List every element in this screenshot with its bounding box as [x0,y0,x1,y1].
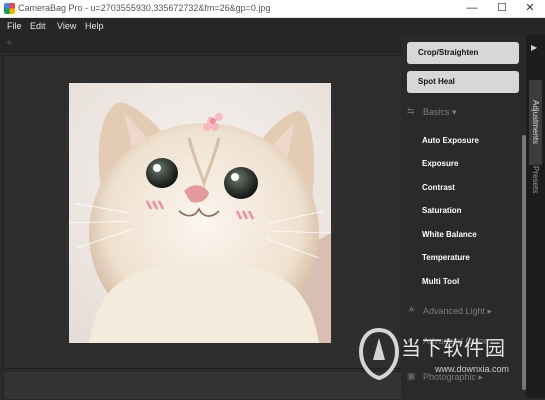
menu-view[interactable]: View [57,21,76,31]
watermark-url: www.downxia.com [435,364,510,374]
cat-photo [69,83,331,343]
menu-bar: File Edit View Help [0,18,545,35]
filmstrip [3,371,402,400]
spot-heal-button[interactable]: Spot Heal [407,71,519,93]
sliders-icon: ⇆ [407,106,415,116]
downxia-watermark: 当下软件园 www.downxia.com [357,326,545,386]
close-button[interactable]: ✕ [516,1,544,16]
maximize-button[interactable]: ☐ [488,1,516,16]
tab-presets[interactable]: Presets [529,155,542,205]
crop-straighten-button[interactable]: Crop/Straighten [407,42,519,64]
menu-edit[interactable]: Edit [30,21,46,31]
saturation-item[interactable]: Saturation [422,206,462,215]
menu-file[interactable]: File [7,21,22,31]
temperature-item[interactable]: Temperature [422,253,470,262]
menu-help[interactable]: Help [85,21,104,31]
camerabag-logo-icon [4,3,15,14]
white-balance-item[interactable]: White Balance [422,230,477,239]
watermark-logo-icon [359,327,399,381]
watermark-brand: 当下软件园 [401,336,506,360]
multi-tool-item[interactable]: Multi Tool [422,277,459,286]
minimize-button[interactable]: — [458,1,486,16]
tool-strip: + [0,35,401,53]
window-title: CameraBag Pro - u=2703555930,335672732&f… [18,3,271,13]
basics-section[interactable]: Basics ▾ [423,107,457,118]
tab-adjustments[interactable]: Adjustments [529,80,542,165]
contrast-item[interactable]: Contrast [422,183,455,192]
add-icon[interactable]: + [6,37,12,49]
exposure-item[interactable]: Exposure [422,159,458,168]
expand-icon[interactable]: ▶ [531,43,537,52]
sun-icon: ☀ [407,305,416,316]
title-bar: CameraBag Pro - u=2703555930,335672732&f… [0,0,545,18]
auto-exposure-item[interactable]: Auto Exposure [422,136,479,145]
advanced-light-section[interactable]: Advanced Light ▸ [423,306,492,317]
